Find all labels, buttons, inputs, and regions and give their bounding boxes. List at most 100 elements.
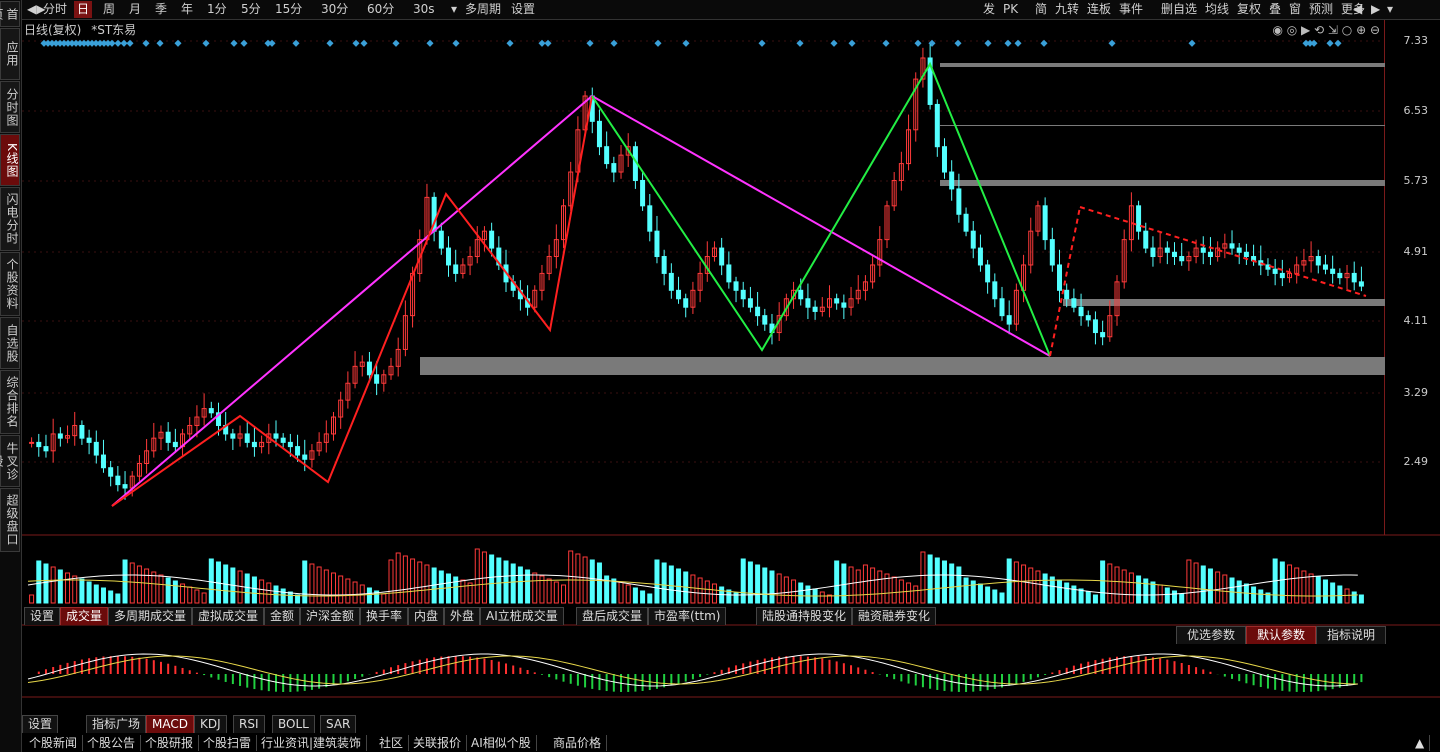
left-nav-item-6[interactable]: 自选股 bbox=[0, 317, 20, 369]
expand-up-icon[interactable]: ▲ bbox=[1410, 735, 1431, 751]
volume-bar bbox=[1107, 563, 1113, 604]
volume-bar bbox=[359, 584, 365, 604]
volume-tab-12[interactable]: 陆股通持股变化 bbox=[756, 607, 853, 625]
period-tab-3[interactable]: 月 bbox=[126, 1, 144, 18]
bottom-tab-0[interactable]: 个股新闻 bbox=[24, 735, 84, 751]
signal-diamond bbox=[984, 39, 992, 47]
volume-bar bbox=[287, 591, 293, 604]
volume-tab-5[interactable]: 沪深金额 bbox=[300, 607, 361, 625]
volume-tab-13[interactable]: 融资融券变化 bbox=[852, 607, 937, 625]
signal-diamond bbox=[44, 39, 52, 47]
indicator-tab-6[interactable]: SAR bbox=[320, 715, 357, 733]
left-nav-item-5[interactable]: 个股资料 bbox=[0, 252, 20, 316]
macd-param-button-2[interactable]: 指标说明 bbox=[1316, 626, 1386, 644]
bottom-tab-7[interactable]: AI相似个股 bbox=[466, 735, 537, 751]
left-nav-item-1[interactable]: 应用 bbox=[0, 28, 20, 80]
period-tab-4[interactable]: 季 bbox=[152, 1, 170, 18]
volume-tab-1[interactable]: 成交量 bbox=[60, 607, 109, 625]
period-tab-5[interactable]: 年 bbox=[178, 1, 196, 18]
volume-tab-0[interactable]: 设置 bbox=[24, 607, 61, 625]
period-tab-2[interactable]: 周 bbox=[100, 1, 118, 18]
menu-dropdown-icon[interactable]: ▾ bbox=[1384, 1, 1396, 18]
signal-diamond bbox=[88, 39, 96, 47]
macd-param-button-0[interactable]: 优选参数 bbox=[1176, 626, 1246, 644]
period-tab-11[interactable]: 30s bbox=[410, 1, 438, 18]
volume-bar bbox=[352, 581, 358, 604]
period-tab-0[interactable]: 分时 bbox=[40, 1, 70, 18]
volume-tab-11[interactable]: 市盈率(ttm) bbox=[648, 607, 727, 625]
nav-left-icon[interactable]: ◀ bbox=[1350, 1, 1365, 18]
chart-tool-icons[interactable]: ◉ ◎ ▶ ⟲ ⇲ ○ ⊕ ⊖ bbox=[1272, 21, 1380, 39]
indicator-tab-5[interactable]: BOLL bbox=[272, 715, 315, 733]
tool-button-4[interactable]: 连板 bbox=[1084, 1, 1114, 18]
signal-diamond bbox=[268, 39, 276, 47]
tool-button-11[interactable]: 预测 bbox=[1306, 1, 1336, 18]
volume-bar bbox=[726, 589, 732, 604]
volume-tab-4[interactable]: 金额 bbox=[264, 607, 301, 625]
tool-button-6[interactable]: 删自选 bbox=[1158, 1, 1200, 18]
volume-tab-2[interactable]: 多周期成交量 bbox=[108, 607, 193, 625]
volume-bar bbox=[690, 574, 696, 604]
volume-tab-9[interactable]: AI立桩成交量 bbox=[480, 607, 564, 625]
period-tab-13[interactable]: 设置 bbox=[508, 1, 538, 18]
candle-body bbox=[596, 120, 602, 148]
volume-tab-7[interactable]: 内盘 bbox=[408, 607, 445, 625]
volume-bar bbox=[1150, 581, 1156, 604]
period-tab-8[interactable]: 15分 bbox=[272, 1, 305, 18]
tool-button-0[interactable]: 发 bbox=[980, 1, 998, 18]
indicator-tab-4[interactable]: RSI bbox=[233, 715, 265, 733]
left-nav-item-2[interactable]: 分时图 bbox=[0, 81, 20, 133]
tool-button-1[interactable]: PK bbox=[1000, 1, 1021, 18]
tool-button-9[interactable]: 叠 bbox=[1266, 1, 1284, 18]
volume-tab-8[interactable]: 外盘 bbox=[444, 607, 481, 625]
left-nav-item-4[interactable]: 闪电分时 bbox=[0, 187, 20, 251]
tool-button-7[interactable]: 均线 bbox=[1202, 1, 1232, 18]
bottom-tab-5[interactable]: 社区 bbox=[374, 735, 410, 751]
period-toolbar: ◀▶ 分时日周月季年 1分 5分 15分 30分 60分 30s ▾ 多周期 设置发 PK 简九转 连板事… bbox=[22, 0, 1440, 20]
dropdown-arrow-icon[interactable]: ▾ bbox=[448, 1, 460, 18]
candle-body bbox=[783, 298, 789, 317]
macd-param-button-1[interactable]: 默认参数 bbox=[1246, 626, 1316, 644]
period-tab-1[interactable]: 日 bbox=[74, 1, 93, 18]
tool-button-3[interactable]: 九转 bbox=[1052, 1, 1082, 18]
indicator-tab-0[interactable]: 设置 bbox=[22, 715, 59, 733]
indicator-tab-1[interactable]: 指标广场 bbox=[86, 715, 147, 733]
bottom-tab-4[interactable]: 行业资讯|建筑装饰 bbox=[256, 735, 368, 751]
tool-button-8[interactable]: 复权 bbox=[1234, 1, 1264, 18]
left-nav-item-9[interactable]: 超级盘口 bbox=[0, 488, 20, 552]
volume-tab-10[interactable]: 盘后成交量 bbox=[576, 607, 649, 625]
volume-bar bbox=[316, 566, 322, 604]
volume-tab-6[interactable]: 换手率 bbox=[360, 607, 409, 625]
period-tab-7[interactable]: 5分 bbox=[238, 1, 264, 18]
period-tab-6[interactable]: 1分 bbox=[204, 1, 230, 18]
volume-tab-3[interactable]: 虚拟成交量 bbox=[192, 607, 265, 625]
left-nav-item-7[interactable]: 综合排名 bbox=[0, 370, 20, 434]
volume-bar bbox=[165, 577, 171, 604]
tool-button-5[interactable]: 事件 bbox=[1116, 1, 1146, 18]
left-nav-item-8[interactable]: 牛叉诊股 bbox=[0, 435, 20, 487]
indicator-tab-2[interactable]: MACD bbox=[146, 715, 194, 733]
period-tab-12[interactable]: 多周期 bbox=[462, 1, 504, 18]
chart-mode-label[interactable]: 日线(复权) bbox=[24, 23, 81, 37]
volume-bar bbox=[1006, 558, 1012, 604]
candle-body bbox=[1330, 268, 1336, 274]
tool-button-10[interactable]: 窗 bbox=[1286, 1, 1304, 18]
candle-body bbox=[1042, 205, 1048, 241]
candle-body bbox=[330, 416, 336, 435]
left-nav-item-3[interactable]: K线图 bbox=[0, 134, 20, 186]
bottom-tab-8[interactable]: 商品价格 bbox=[548, 735, 608, 751]
period-tab-9[interactable]: 30分 bbox=[318, 1, 351, 18]
indicator-tab-3[interactable]: KDJ bbox=[194, 715, 227, 733]
period-tab-10[interactable]: 60分 bbox=[364, 1, 397, 18]
volume-bar bbox=[503, 560, 509, 604]
bottom-tab-3[interactable]: 个股扫雷 bbox=[198, 735, 258, 751]
bottom-tab-1[interactable]: 个股公告 bbox=[82, 735, 142, 751]
nav-right-icon[interactable]: ▶ bbox=[1368, 1, 1383, 18]
bottom-tab-2[interactable]: 个股研报 bbox=[140, 735, 200, 751]
volume-bar bbox=[366, 587, 372, 604]
bottom-tab-6[interactable]: 关联报价 bbox=[408, 735, 468, 751]
tool-button-2[interactable]: 简 bbox=[1032, 1, 1050, 18]
wave-proj-up bbox=[1049, 206, 1081, 357]
left-nav-item-0[interactable]: 首页 bbox=[0, 1, 20, 27]
candle-body bbox=[848, 298, 854, 308]
